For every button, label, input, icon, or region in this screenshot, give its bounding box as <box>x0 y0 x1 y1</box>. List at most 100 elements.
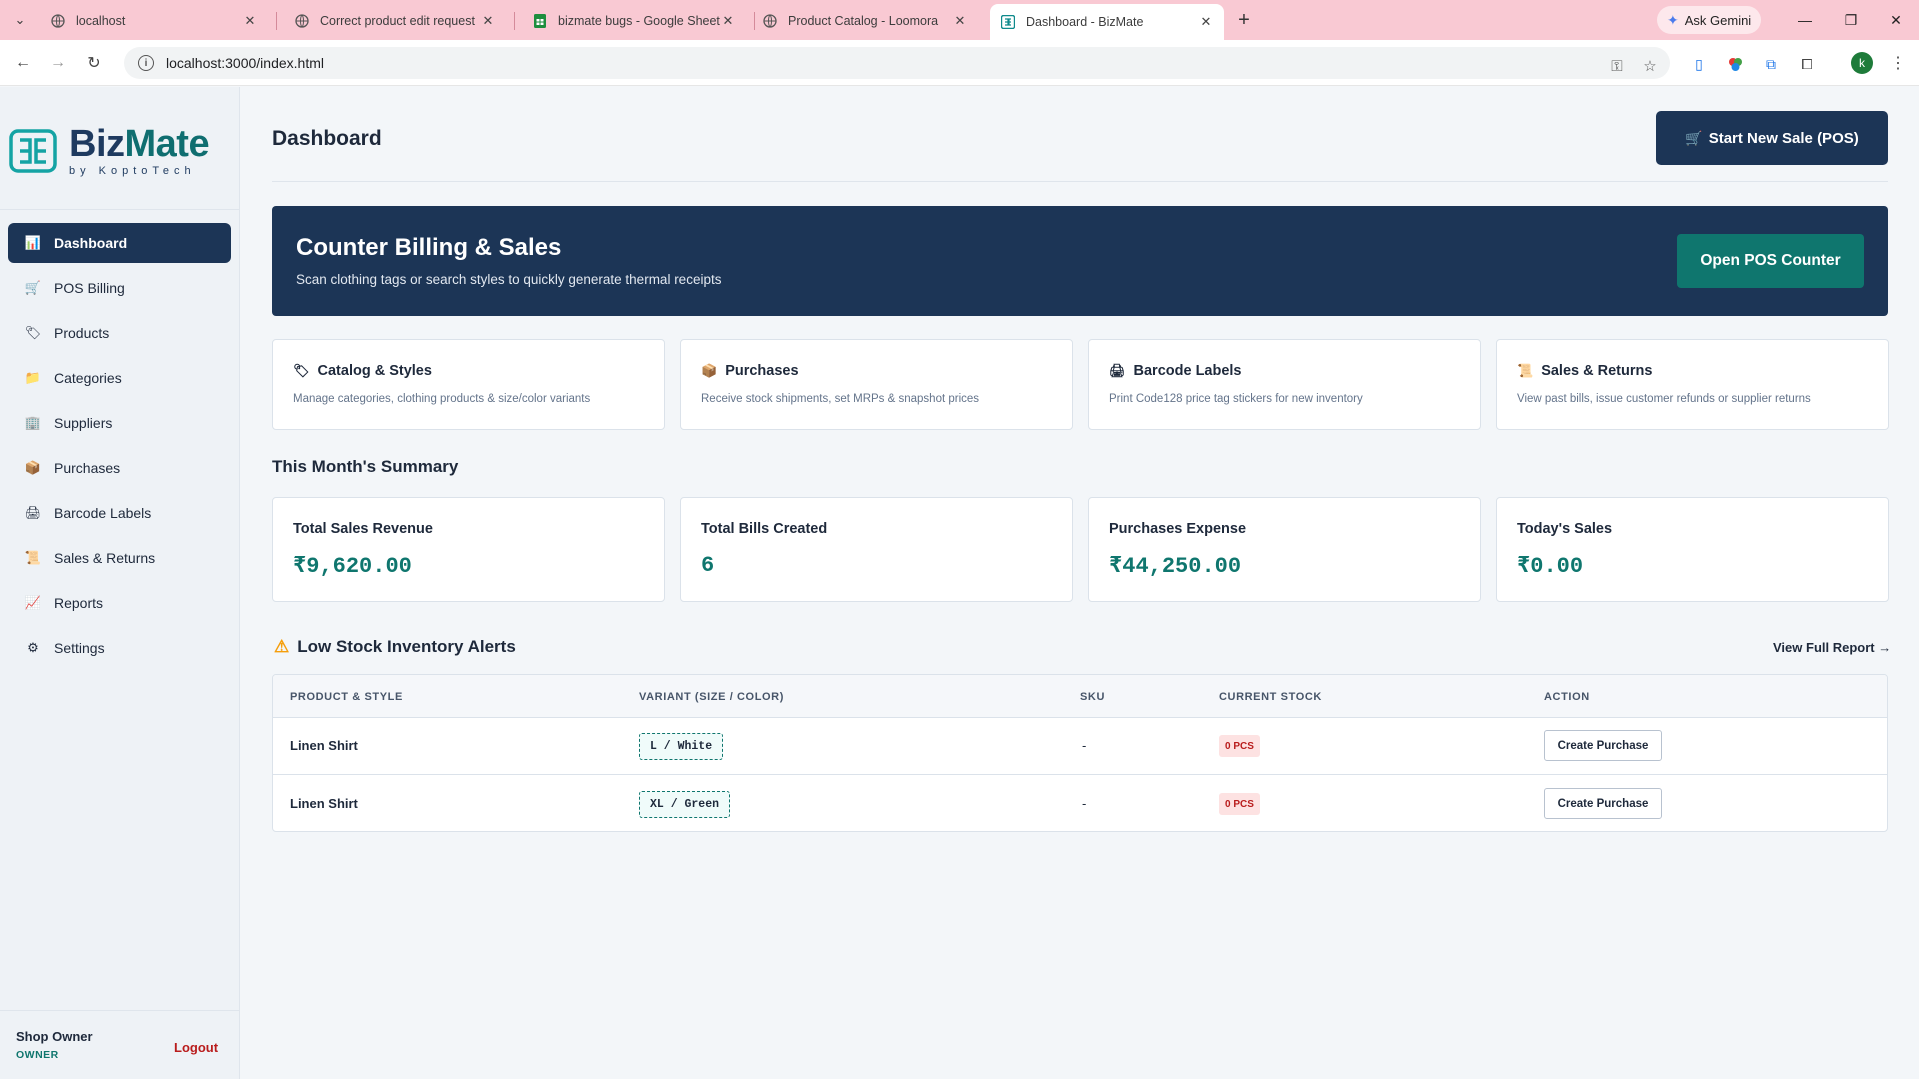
sidebar-item-sales-returns[interactable]: 📜 Sales & Returns <box>8 538 231 578</box>
low-stock-table: PRODUCT & STYLE VARIANT (SIZE / COLOR) S… <box>272 674 1888 832</box>
quick-card-title: Purchases <box>725 363 799 379</box>
close-tab-icon[interactable]: ✕ <box>480 13 496 29</box>
forward-arrow-icon[interactable]: → <box>45 50 71 76</box>
sidebar-item-settings[interactable]: ⚙ Settings <box>8 628 231 668</box>
quick-card-purchases[interactable]: 📦 Purchases Receive stock shipments, set … <box>680 339 1073 430</box>
browser-tab-correct-product[interactable]: Correct product edit request ✕ <box>284 6 506 36</box>
create-purchase-button[interactable]: Create Purchase <box>1544 788 1662 819</box>
package-icon: 📦 <box>701 363 718 378</box>
color-extension-icon[interactable] <box>1724 53 1746 75</box>
package-icon: 📦 <box>24 460 42 475</box>
table-row: Linen Shirt L / White - 0 PCS Create Pur… <box>273 718 1887 775</box>
globe-icon <box>50 13 66 29</box>
summary-card-purchases-expense: Purchases Expense ₹44,250.00 <box>1088 497 1481 602</box>
close-window-icon[interactable]: ✕ <box>1878 6 1914 34</box>
summary-section-title: This Month's Summary <box>272 457 459 476</box>
cart-icon: 🛒 <box>1685 129 1703 146</box>
reload-icon[interactable]: ↻ <box>81 50 107 76</box>
summary-card-label: Total Bills Created <box>701 521 828 537</box>
sidebar-item-label: Categories <box>54 370 122 386</box>
receipt-icon: 📜 <box>24 550 42 565</box>
counter-billing-banner: Counter Billing & Sales Scan clothing ta… <box>272 206 1888 316</box>
sidebar-item-label: Products <box>54 325 110 341</box>
sidebar: BizMate by KoptoTech 📊 Dashboard 🛒 POS Bil… <box>0 87 240 1079</box>
globe-icon <box>762 13 778 29</box>
extensions-puzzle-icon[interactable]: ⧠ <box>1796 53 1818 75</box>
bizmate-icon <box>1000 14 1016 30</box>
summary-card-todays-sales: Today's Sales ₹0.00 <box>1496 497 1889 602</box>
tag-icon: 🏷 <box>24 325 42 340</box>
sidebar-item-categories[interactable]: 📁 Categories <box>8 358 231 398</box>
browser-menu-icon[interactable]: ⋮ <box>1888 52 1908 74</box>
summary-card-value: ₹9,620.00 <box>293 554 412 579</box>
tab-divider <box>276 12 277 30</box>
sidebar-item-label: POS Billing <box>54 280 125 296</box>
browser-tab-localhost[interactable]: localhost ✕ <box>40 6 268 36</box>
summary-card-value: ₹44,250.00 <box>1109 554 1242 579</box>
sidebar-item-purchases[interactable]: 📦 Purchases <box>8 448 231 488</box>
reading-list-icon[interactable]: ▯ <box>1688 53 1710 75</box>
logout-link[interactable]: Logout <box>174 1040 218 1055</box>
column-header-variant: VARIANT (SIZE / COLOR) <box>639 691 784 703</box>
sidebar-item-pos-billing[interactable]: 🛒 POS Billing <box>8 268 231 308</box>
column-header-sku: SKU <box>1080 691 1106 703</box>
brand-tagline: by KoptoTech <box>69 165 196 177</box>
summary-card-value: 6 <box>701 553 715 578</box>
close-tab-icon[interactable]: ✕ <box>952 13 968 29</box>
page-title: Dashboard <box>272 127 382 150</box>
product-name: Linen Shirt <box>290 796 358 811</box>
user-role: OWNER <box>16 1049 59 1061</box>
quick-card-desc: Receive stock shipments, set MRPs & snap… <box>701 393 980 405</box>
product-name: Linen Shirt <box>290 738 358 753</box>
quick-card-barcode-labels[interactable]: 🖨 Barcode Labels Print Code128 price tag … <box>1088 339 1481 430</box>
sidebar-item-dashboard[interactable]: 📊 Dashboard <box>8 223 231 263</box>
sidebar-item-label: Dashboard <box>54 235 128 251</box>
restore-window-icon[interactable]: ❐ <box>1833 6 1869 34</box>
printer-icon: 🖨 <box>24 505 42 520</box>
quick-card-desc: View past bills, issue customer refunds … <box>1517 393 1811 405</box>
sidebar-item-reports[interactable]: 📈 Reports <box>8 583 231 623</box>
tab-search-chevron-icon[interactable]: ⌄ <box>8 8 32 32</box>
quick-card-catalog[interactable]: 🏷 Catalog & Styles Manage categories, clo… <box>272 339 665 430</box>
minimize-window-icon[interactable]: — <box>1787 6 1823 34</box>
sidebar-item-barcode-labels[interactable]: 🖨 Barcode Labels <box>8 493 231 533</box>
globe-icon <box>294 13 310 29</box>
create-purchase-button[interactable]: Create Purchase <box>1544 730 1662 761</box>
bookmark-star-icon[interactable]: ☆ <box>1639 55 1661 77</box>
user-name: Shop Owner <box>16 1029 93 1044</box>
tab-title: Product Catalog - Loomora <box>788 14 939 28</box>
cart-icon: 🛒 <box>24 280 42 295</box>
brand-logo[interactable]: BizMate by KoptoTech <box>9 125 210 177</box>
quick-card-desc: Print Code128 price tag stickers for new… <box>1109 393 1363 405</box>
browser-tab-dashboard-bizmate[interactable]: Dashboard - BizMate ✕ <box>990 4 1224 40</box>
quick-card-sales-returns[interactable]: 📜 Sales & Returns View past bills, issue … <box>1496 339 1889 430</box>
screen-capture-icon[interactable]: ⧉ <box>1760 53 1782 75</box>
ask-gemini-button[interactable]: ✦ Ask Gemini <box>1657 6 1762 34</box>
summary-card-bills-created: Total Bills Created 6 <box>680 497 1073 602</box>
close-tab-icon[interactable]: ✕ <box>242 13 258 29</box>
password-key-icon[interactable]: ⚿ <box>1606 55 1628 77</box>
back-arrow-icon[interactable]: ← <box>10 50 36 76</box>
browser-tab-product-catalog[interactable]: Product Catalog - Loomora ✕ <box>752 6 978 36</box>
browser-tab-bizmate-bugs[interactable]: bizmate bugs - Google Sheets ✕ <box>522 6 746 36</box>
tab-title: Dashboard - BizMate <box>1026 15 1144 29</box>
sidebar-divider <box>0 209 240 210</box>
browser-tab-bar: ⌄ localhost ✕ Correct product edit reque… <box>0 0 1919 40</box>
tag-icon: 🏷 <box>293 363 310 378</box>
sidebar-item-suppliers[interactable]: 🏢 Suppliers <box>8 403 231 443</box>
close-tab-icon[interactable]: ✕ <box>1198 14 1214 30</box>
site-info-icon[interactable]: i <box>138 55 154 71</box>
variant-badge: L / White <box>639 733 724 760</box>
column-header-current-stock: CURRENT STOCK <box>1219 691 1322 703</box>
close-tab-icon[interactable]: ✕ <box>720 13 736 29</box>
address-bar[interactable]: i localhost:3000/index.html ⚿ ☆ <box>124 47 1670 79</box>
start-new-sale-button[interactable]: 🛒 Start New Sale (POS) <box>1656 111 1888 165</box>
new-tab-plus-icon[interactable]: + <box>1232 8 1256 32</box>
profile-avatar[interactable]: k <box>1851 52 1873 74</box>
sidebar-item-products[interactable]: 🏷 Products <box>8 313 231 353</box>
view-full-report-link[interactable]: View Full Report → <box>1773 640 1891 655</box>
warning-icon: ⚠ <box>274 637 290 656</box>
stock-badge: 0 PCS <box>1219 735 1260 757</box>
open-pos-counter-button[interactable]: Open POS Counter <box>1677 234 1864 288</box>
bizmate-logo-icon <box>9 129 57 173</box>
